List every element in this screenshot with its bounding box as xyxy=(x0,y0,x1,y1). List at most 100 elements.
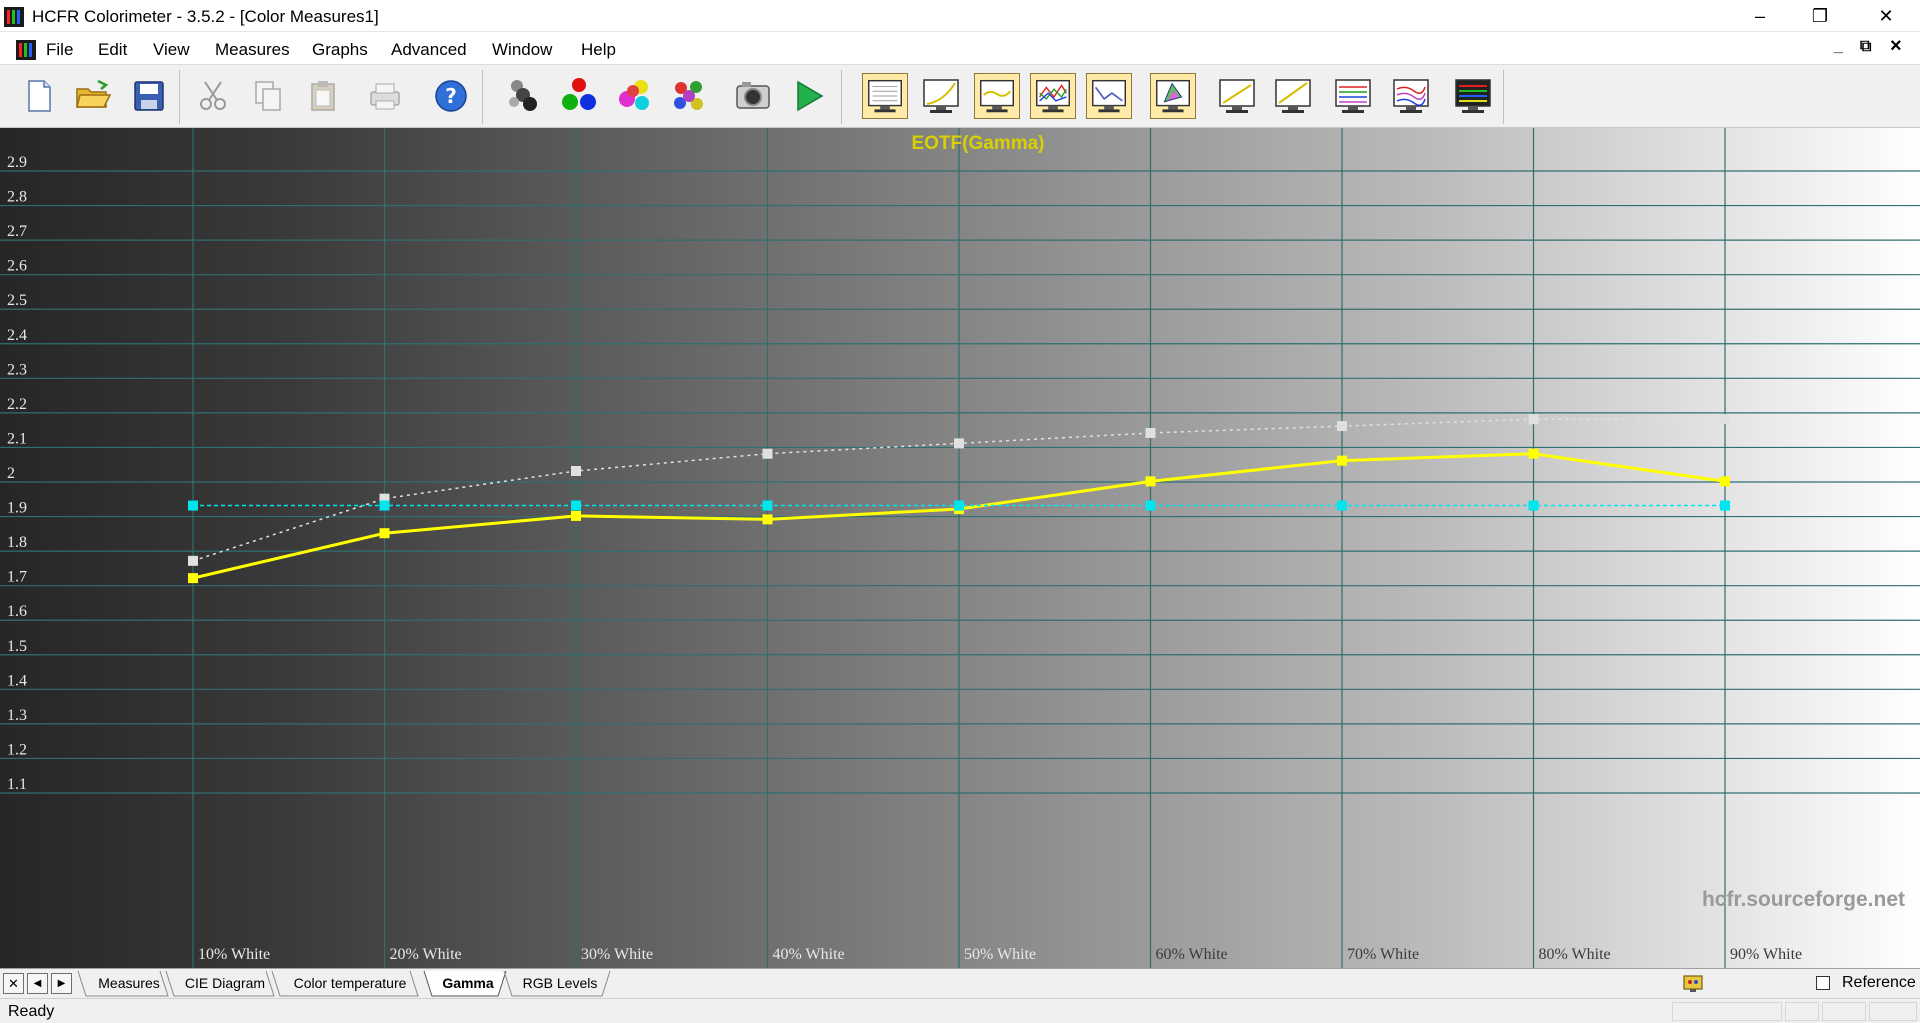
close-button[interactable]: ✕ xyxy=(1857,0,1915,32)
reference-checkbox[interactable] xyxy=(1816,976,1830,990)
minimize-button[interactable]: – xyxy=(1731,0,1789,32)
data-point xyxy=(1337,455,1347,466)
help-icon[interactable]: ? xyxy=(428,73,474,119)
x-tick-label: 80% White xyxy=(1539,946,1611,963)
data-point xyxy=(379,528,390,539)
status-panel xyxy=(1785,1002,1819,1021)
data-point xyxy=(188,555,198,566)
toolbar: ? xyxy=(0,66,1920,128)
x-tick-label: 50% White xyxy=(964,946,1036,963)
new-icon[interactable] xyxy=(16,73,62,119)
menu-view[interactable]: View xyxy=(153,40,190,60)
color-wheel-icon[interactable] xyxy=(666,73,712,119)
reference-label: Reference xyxy=(1842,974,1916,991)
tab-measures[interactable]: Measures xyxy=(88,972,170,996)
y-tick-label: 2.4 xyxy=(7,327,27,344)
y-tick-label: 2.6 xyxy=(7,258,27,275)
print-icon[interactable] xyxy=(362,73,408,119)
paste-icon[interactable] xyxy=(300,73,346,119)
menu-window[interactable]: Window xyxy=(492,40,552,60)
tab-color-temperature[interactable]: Color temperature xyxy=(280,972,420,996)
open-icon[interactable] xyxy=(70,73,116,119)
x-tick-label: 10% White xyxy=(198,946,270,963)
y-tick-label: 1.3 xyxy=(7,707,27,724)
menu-measures[interactable]: Measures xyxy=(215,40,290,60)
graph-gamma-icon[interactable] xyxy=(974,73,1020,119)
monitor-icon[interactable] xyxy=(1682,973,1704,995)
y-tick-label: 2.7 xyxy=(7,223,27,240)
data-point xyxy=(762,500,773,511)
hcfr-app-icon xyxy=(4,7,24,27)
data-point xyxy=(1337,500,1347,511)
data-point xyxy=(188,500,198,511)
mdi-minimize-button[interactable]: _ xyxy=(1834,38,1843,56)
data-point xyxy=(1528,448,1539,459)
graph-1-icon[interactable] xyxy=(1214,73,1260,119)
y-tick-label: 2.2 xyxy=(7,396,27,413)
cut-icon[interactable] xyxy=(190,73,236,119)
status-bar: Ready xyxy=(0,998,1920,1023)
play-icon[interactable] xyxy=(786,73,832,119)
status-panel xyxy=(1869,1002,1917,1021)
copy-icon[interactable] xyxy=(245,73,291,119)
data-point xyxy=(571,500,581,511)
close-view-button[interactable]: ✕ xyxy=(3,973,24,994)
mdi-close-button[interactable]: × xyxy=(1890,35,1902,58)
graph-5-icon[interactable] xyxy=(1450,73,1496,119)
menu-advanced[interactable]: Advanced xyxy=(391,40,467,60)
x-tick-label: 20% White xyxy=(390,946,462,963)
data-point xyxy=(1145,500,1156,511)
menu-edit[interactable]: Edit xyxy=(98,40,127,60)
secondary-colors-icon[interactable] xyxy=(611,73,657,119)
x-tick-label: 40% White xyxy=(773,946,845,963)
mdi-restore-button[interactable]: ⧉ xyxy=(1860,38,1871,56)
document-icon[interactable] xyxy=(16,40,36,60)
data-point xyxy=(188,573,198,584)
graph-2-icon[interactable] xyxy=(1270,73,1316,119)
chart-watermark: hcfr.sourceforge.net xyxy=(1702,888,1905,911)
tab-gamma[interactable]: Gamma xyxy=(432,972,504,996)
menu-help[interactable]: Help xyxy=(581,40,616,60)
tab-bar: ✕ ◀ ▶ Measures CIE Diagram Color tempera… xyxy=(0,968,1920,998)
graph-measures-icon[interactable] xyxy=(862,73,908,119)
y-tick-label: 2.9 xyxy=(7,154,27,171)
graph-4-icon[interactable] xyxy=(1388,73,1434,119)
graph-3-icon[interactable] xyxy=(1330,73,1376,119)
data-point xyxy=(1145,476,1156,487)
data-point xyxy=(1720,476,1730,487)
y-tick-label: 1.1 xyxy=(7,776,27,793)
graph-cie-icon[interactable] xyxy=(1150,73,1196,119)
data-point xyxy=(1528,414,1539,425)
x-tick-label: 70% White xyxy=(1347,946,1419,963)
status-text: Ready xyxy=(8,1003,55,1020)
x-tick-label: 60% White xyxy=(1156,946,1228,963)
gamma-chart: 1.1 1.2 1.3 1.4 1.5 1.6 1.7 1.8 1.9 2 2.1 2.2 2.3 2.4… xyxy=(0,128,1920,968)
y-tick-label: 1.9 xyxy=(7,500,27,517)
menu-graphs[interactable]: Graphs xyxy=(312,40,368,60)
rgb-primaries-icon[interactable] xyxy=(556,73,602,119)
tab-rgb-levels[interactable]: RGB Levels xyxy=(512,972,608,996)
data-point xyxy=(762,514,773,525)
graph-delta-icon[interactable] xyxy=(1086,73,1132,119)
y-tick-label: 1.2 xyxy=(7,741,27,758)
data-point xyxy=(1720,500,1730,511)
save-icon[interactable] xyxy=(126,73,172,119)
data-point xyxy=(571,510,581,521)
y-tick-label: 1.4 xyxy=(7,672,27,689)
data-point xyxy=(379,500,390,511)
y-tick-label: 1.7 xyxy=(7,569,27,586)
graph-luminance-icon[interactable] xyxy=(918,73,964,119)
menu-file[interactable]: File xyxy=(46,40,73,60)
next-tab-button[interactable]: ▶ xyxy=(51,973,72,994)
title-bar: HCFR Colorimeter - 3.5.2 - [Color Measur… xyxy=(0,0,1920,32)
chart-background xyxy=(0,128,1920,968)
tab-cie-diagram[interactable]: CIE Diagram xyxy=(174,972,276,996)
sensor-icon[interactable] xyxy=(500,73,546,119)
camera-icon[interactable] xyxy=(730,73,776,119)
y-tick-label: 2.8 xyxy=(7,189,27,206)
y-tick-label: 2.3 xyxy=(7,361,27,378)
graph-rgb-icon[interactable] xyxy=(1030,73,1076,119)
y-tick-label: 1.6 xyxy=(7,603,27,620)
restore-button[interactable]: ❐ xyxy=(1791,0,1849,32)
prev-tab-button[interactable]: ◀ xyxy=(27,973,48,994)
